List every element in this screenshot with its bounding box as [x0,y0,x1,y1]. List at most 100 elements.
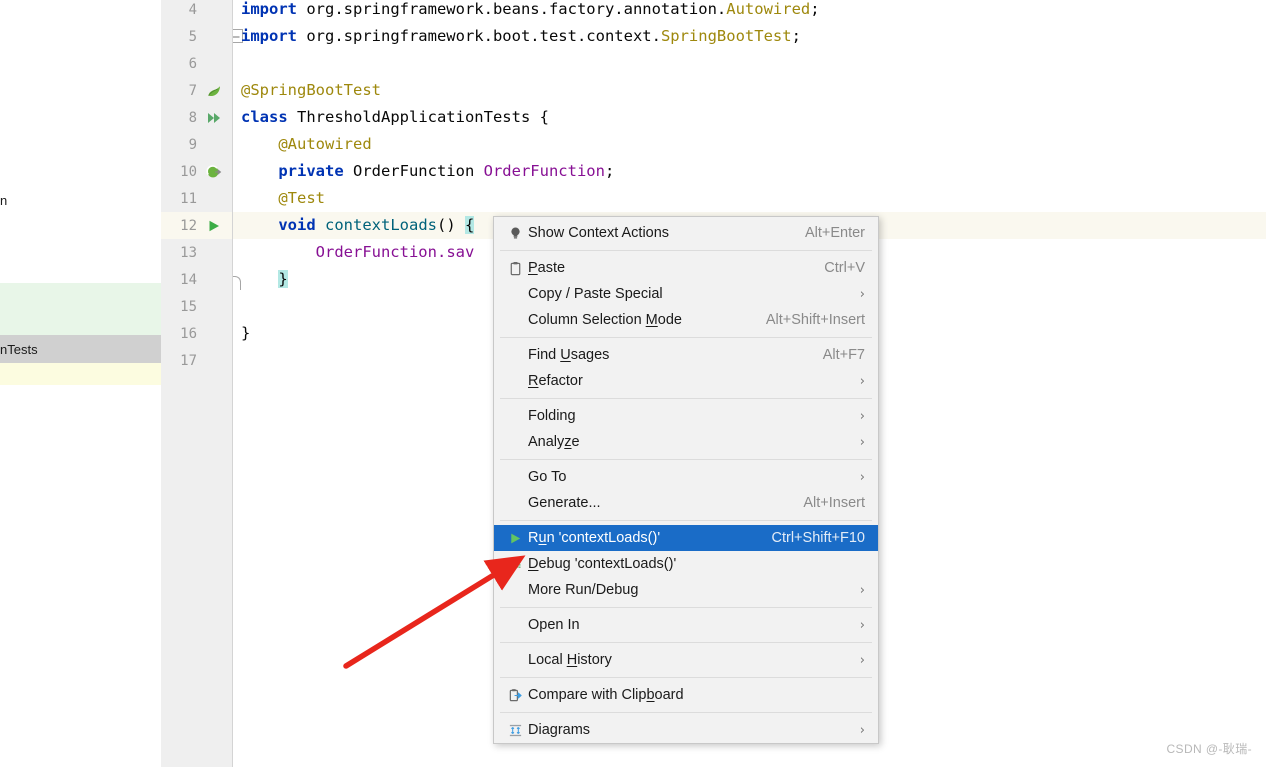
menu-item-go-to[interactable]: Go To › [494,464,878,490]
menu-separator [500,642,872,643]
chevron-right-icon: › [859,617,865,633]
code-token: @Test [241,189,325,207]
spring-leaf-icon[interactable] [200,83,228,99]
project-tree-row[interactable] [0,283,161,335]
menu-item-shortcut: Alt+Enter [804,225,865,241]
gutter-line[interactable]: 15 [161,293,232,320]
gutter-line[interactable]: 17 [161,347,232,374]
project-tree-row-label: nTests [0,341,38,357]
run-all-icon[interactable] [200,110,228,126]
project-tree-row[interactable]: nTests [0,335,161,363]
code-line[interactable]: import org.springframework.boot.test.con… [233,23,1266,50]
chevron-right-icon: › [859,408,865,424]
menu-item-label: Diagrams [528,722,591,738]
editor-gutter[interactable]: 4 5 6 7 8 9 10 11 12 13 14 15 16 17 [161,0,233,767]
gutter-line[interactable]: 14 [161,266,232,293]
code-token: { [464,216,475,234]
menu-item-label: Find Usages [528,347,610,363]
menu-item-open-in[interactable]: Open In › [494,612,878,638]
menu-item-label: Generate... [528,495,601,511]
code-line[interactable] [233,50,1266,77]
line-number: 10 [180,163,197,180]
menu-item-analyze[interactable]: Analyze › [494,429,878,455]
code-line[interactable]: class ThresholdApplicationTests { [233,104,1266,131]
menu-item-local-history[interactable]: Local History › [494,647,878,673]
menu-item-label: Refactor [528,373,583,389]
line-number: 11 [180,190,197,207]
gutter-line[interactable]: 6 [161,50,232,77]
line-number: 12 [180,217,197,234]
menu-item-generate[interactable]: Generate... Alt+Insert [494,490,878,516]
line-number: 15 [180,298,197,315]
compare-clipboard-icon [502,688,528,703]
gutter-line[interactable]: 13 [161,239,232,266]
project-tree-row[interactable] [0,215,161,283]
menu-item-label: More Run/Debug [528,582,639,598]
code-token: () [436,216,465,234]
menu-item-label: Open In [528,617,580,633]
menu-item-compare-with-clipboard[interactable]: Compare with Clipboard [494,682,878,708]
gutter-line[interactable]: 5 [161,23,232,50]
code-token: import [241,27,307,45]
menu-item-show-context-actions[interactable]: Show Context Actions Alt+Enter [494,220,878,246]
line-number: 8 [188,109,197,126]
code-token: private [278,162,353,180]
code-token: Autowired [726,0,811,18]
menu-item-find-usages[interactable]: Find Usages Alt+F7 [494,342,878,368]
menu-item-label: Copy / Paste Special [528,286,663,302]
menu-separator [500,520,872,521]
project-tool-window-partial[interactable]: n nTests [0,0,161,767]
line-number: 7 [188,82,197,99]
chevron-right-icon: › [859,373,865,389]
code-token: OrderFunction [315,243,437,261]
menu-item-diagrams[interactable]: Diagrams › [494,717,878,743]
code-line[interactable]: @SpringBootTest [233,77,1266,104]
gutter-line[interactable]: 9 [161,131,232,158]
gutter-line[interactable]: 16 [161,320,232,347]
line-number: 6 [188,55,197,72]
gutter-line[interactable]: 7 [161,77,232,104]
menu-item-run-contextloads[interactable]: Run 'contextLoads()' Ctrl+Shift+F10 [494,525,878,551]
menu-item-refactor[interactable]: Refactor › [494,368,878,394]
menu-item-folding[interactable]: Folding › [494,403,878,429]
menu-separator [500,459,872,460]
menu-item-label: Column Selection Mode [528,312,682,328]
code-line[interactable]: private OrderFunction OrderFunction; [233,158,1266,185]
debug-icon [502,557,528,572]
menu-item-copy-paste-special[interactable]: Copy / Paste Special › [494,281,878,307]
code-line[interactable]: @Test [233,185,1266,212]
menu-separator [500,337,872,338]
menu-item-label: Paste [528,260,566,276]
gutter-line[interactable]: 10 [161,158,232,185]
menu-item-paste[interactable]: Paste Ctrl+V [494,255,878,281]
gutter-line[interactable]: 4 [161,0,232,23]
run-green-icon [502,531,528,546]
code-line[interactable]: @Autowired [233,131,1266,158]
code-token: ; [791,27,801,45]
project-tree-row-label: n [0,192,8,208]
bean-icon[interactable] [200,164,228,180]
menu-separator [500,712,872,713]
line-number: 9 [188,136,197,153]
project-tree-row[interactable]: n [0,185,161,215]
run-method-icon[interactable] [200,218,228,234]
code-token: @SpringBootTest [241,81,381,99]
gutter-line[interactable]: 11 [161,185,232,212]
menu-item-label: Compare with Clipboard [528,687,684,703]
code-token: OrderFunction [483,162,605,180]
menu-item-debug-contextloads[interactable]: Debug 'contextLoads()' [494,551,878,577]
editor-context-menu[interactable]: Show Context Actions Alt+Enter Paste Ctrl+V… [493,216,879,744]
menu-item-more-run-debug[interactable]: More Run/Debug › [494,577,878,603]
menu-item-label: Analyze [528,434,580,450]
menu-item-label: Local History [528,652,612,668]
menu-item-column-selection-mode[interactable]: Column Selection Mode Alt+Shift+Insert [494,307,878,333]
gutter-line[interactable]: 8 [161,104,232,131]
project-tree-row[interactable] [0,363,161,385]
code-token: ; [604,162,615,180]
line-number: 4 [188,1,197,18]
line-number: 5 [188,28,197,45]
gutter-line[interactable]: 12 [161,212,232,239]
menu-separator [500,677,872,678]
code-line[interactable]: import org.springframework.beans.factory… [233,0,1266,23]
